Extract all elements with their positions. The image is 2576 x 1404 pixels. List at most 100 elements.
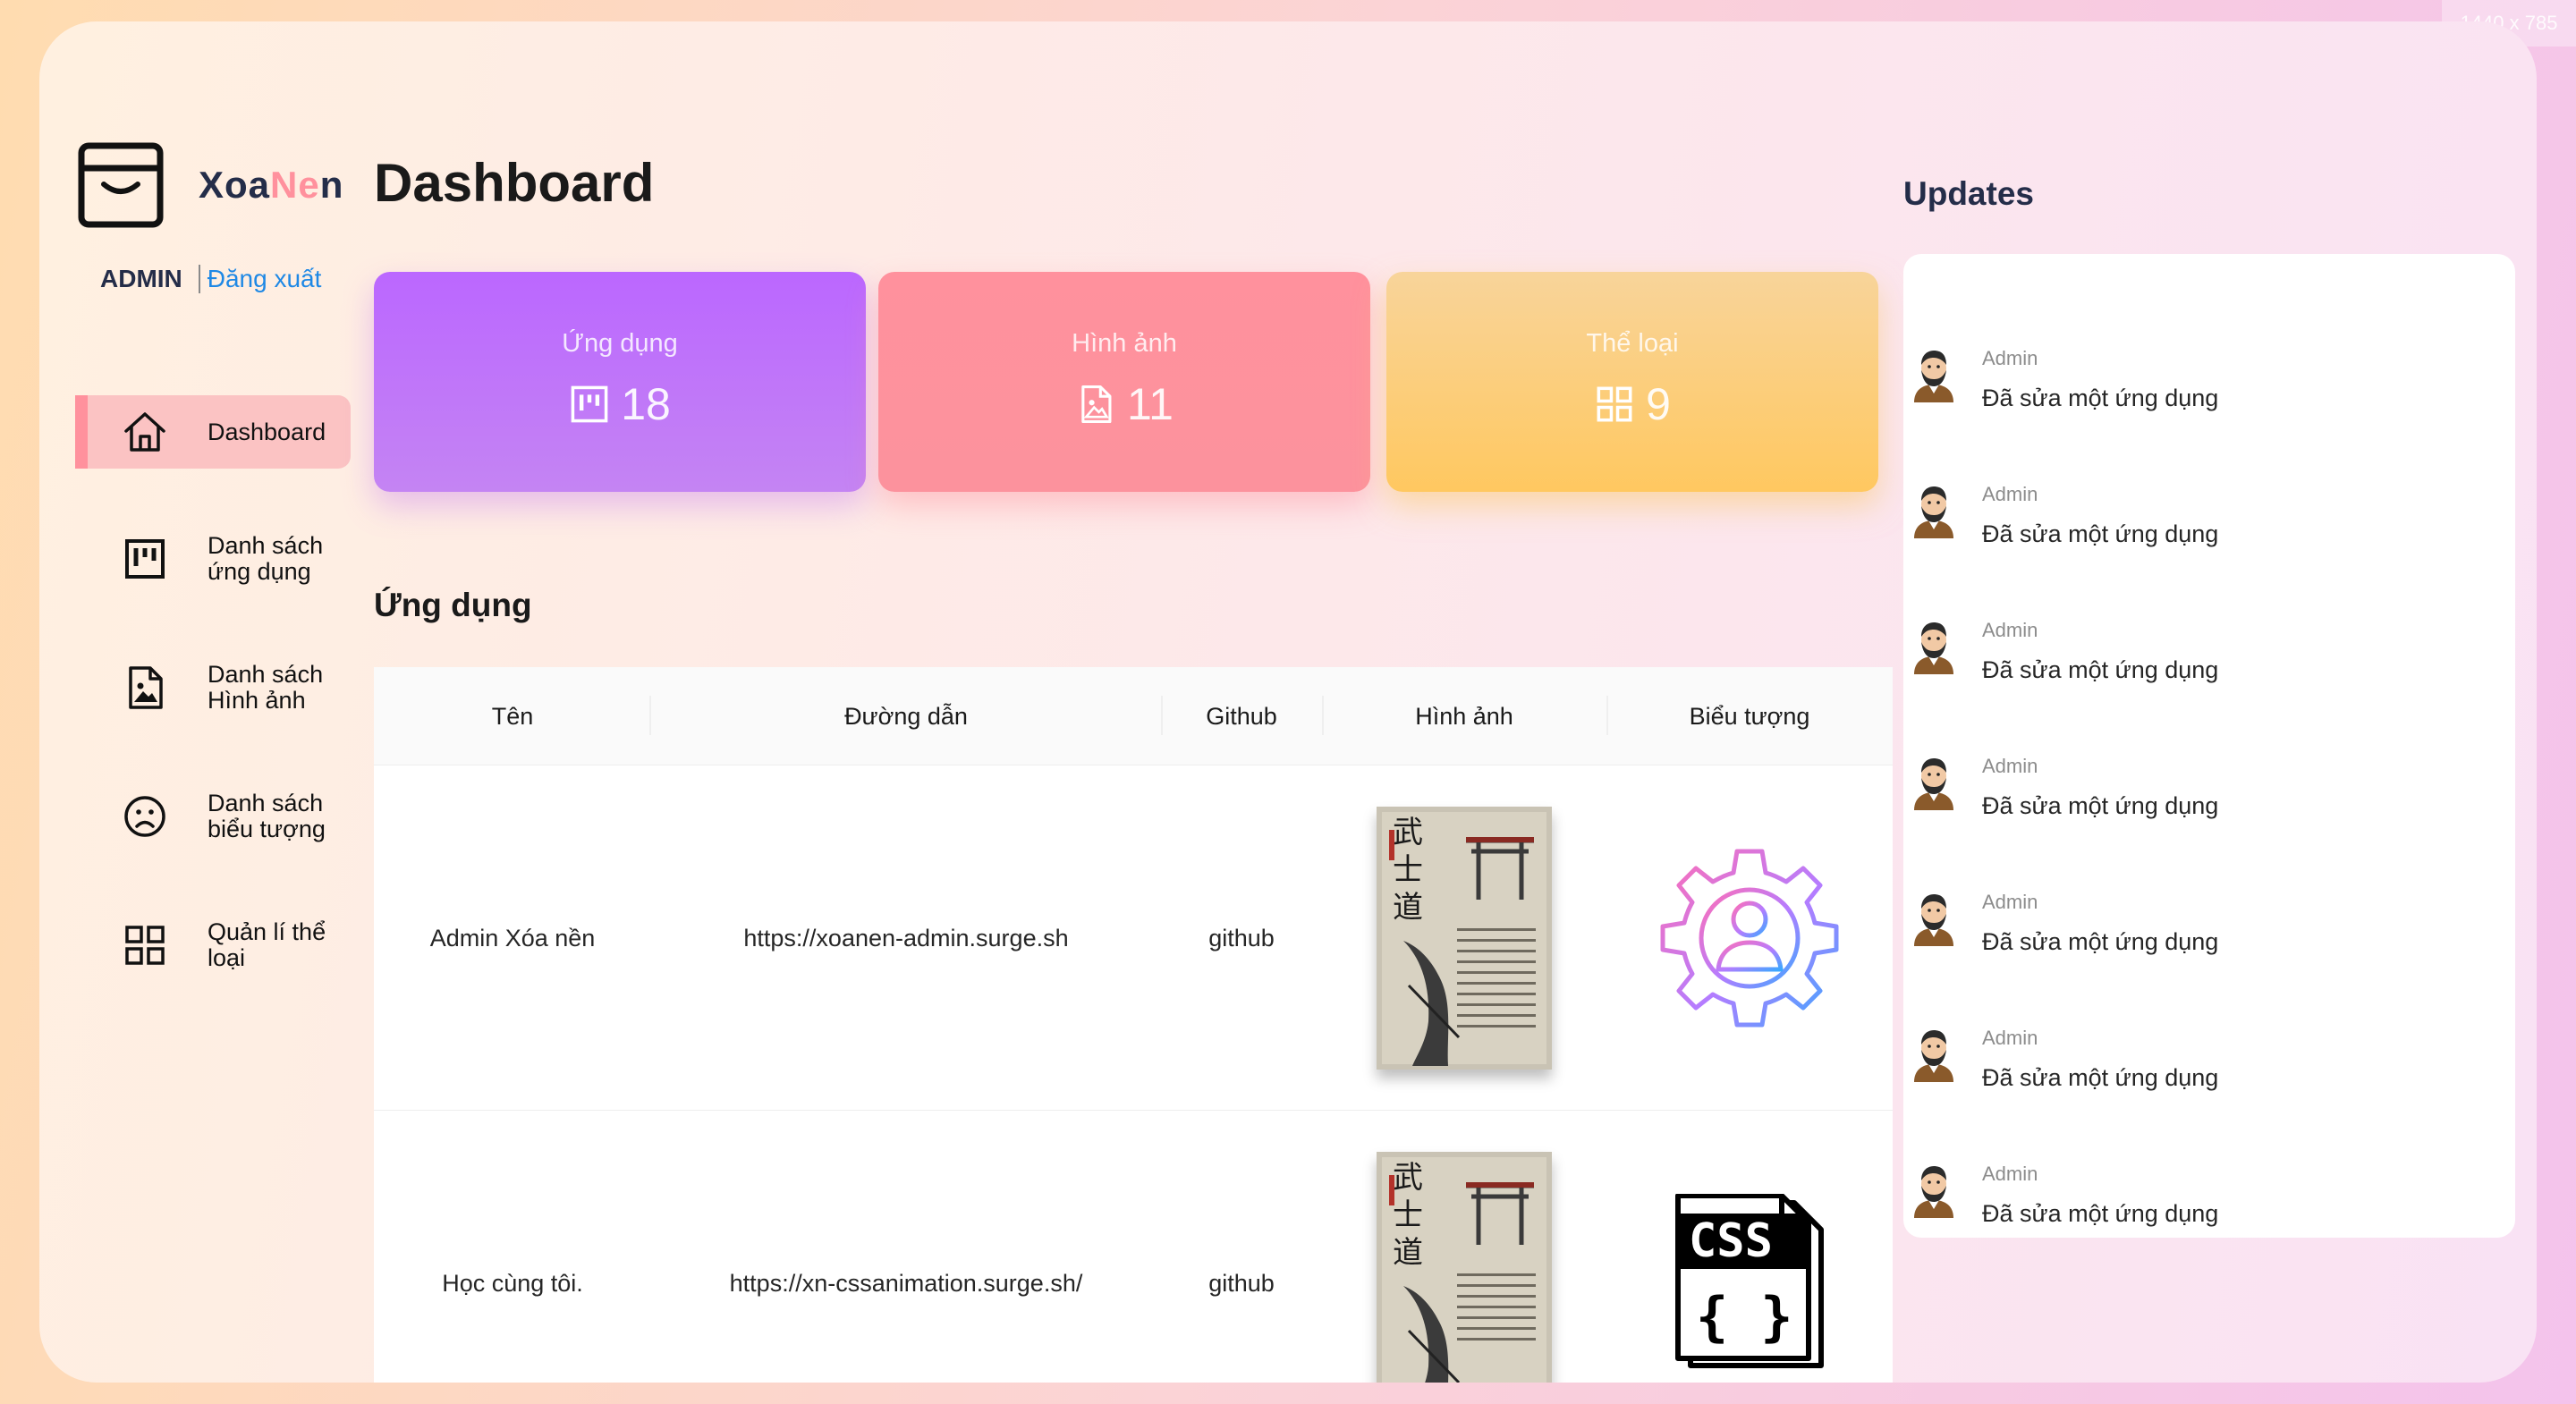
image-file-icon xyxy=(129,666,163,709)
svg-text:士: 士 xyxy=(1393,1197,1423,1233)
css-icon-braces: { } xyxy=(1696,1286,1792,1349)
update-item[interactable]: Admin Đã sửa một ứng dụng xyxy=(1903,1145,2515,1243)
section-title: Ứng dụng xyxy=(374,587,532,623)
update-message: Đã sửa một ứng dụng xyxy=(1982,1064,2219,1091)
logout-link[interactable]: Đăng xuất xyxy=(198,265,321,293)
card-value: 9 xyxy=(1646,379,1671,429)
avatar xyxy=(1914,1166,1953,1218)
sidebar: XoaNen ADMIN Đăng xuất Dashboard Danh sá… xyxy=(39,21,370,1383)
update-message: Đã sửa một ứng dụng xyxy=(1982,520,2219,547)
kanban-icon xyxy=(125,539,165,579)
stat-card-apps[interactable]: Ứng dụng 18 xyxy=(374,272,866,492)
update-message: Đã sửa một ứng dụng xyxy=(1982,385,2219,411)
update-user: Admin xyxy=(1982,483,2038,505)
update-user: Admin xyxy=(1982,619,2038,641)
page-title: Dashboard xyxy=(374,153,655,213)
brand-part-3: n xyxy=(319,164,344,206)
updates-panel: Admin Đã sửa một ứng dụng Admin Đã sửa m… xyxy=(1903,254,2515,1238)
sidebar-item-categories[interactable]: Quản lí thể loại xyxy=(75,909,351,982)
sad-face-icon xyxy=(124,796,165,837)
svg-text:武: 武 xyxy=(1393,1160,1423,1196)
card-value: 18 xyxy=(621,379,671,429)
update-item[interactable]: Admin Đã sửa một ứng dụng xyxy=(1903,737,2515,835)
update-item[interactable]: Admin Đã sửa một ứng dụng xyxy=(1903,1009,2515,1107)
sidebar-item-apps[interactable]: Danh sách ứng dụng xyxy=(75,522,351,596)
card-title: Hình ảnh xyxy=(1072,329,1177,358)
brand-part-2: Ne xyxy=(270,164,320,206)
table-row[interactable]: Admin Xóa nền https://xoanen-admin.surge… xyxy=(374,765,1893,1111)
update-item[interactable]: Admin Đã sửa một ứng dụng xyxy=(1903,465,2515,563)
card-value-row: 9 xyxy=(1386,378,1878,430)
user-name: ADMIN xyxy=(100,265,182,292)
css-icon-text: CSS xyxy=(1689,1214,1773,1268)
avatar xyxy=(1914,622,1953,674)
cell-github[interactable]: github xyxy=(1161,1111,1322,1383)
column-header[interactable]: Đường dẫn xyxy=(651,667,1161,765)
cell-icon: CSS { } xyxy=(1606,1111,1893,1383)
avatar xyxy=(1914,486,1953,538)
sidebar-item-label: Danh sách ứng dụng xyxy=(208,532,324,585)
avatar xyxy=(1914,351,1953,402)
column-header[interactable]: Github xyxy=(1161,667,1322,765)
column-header[interactable]: Tên xyxy=(374,667,651,765)
kanban-icon xyxy=(571,385,608,423)
card-title: Thể loại xyxy=(1586,329,1679,358)
logo[interactable]: XoaNen xyxy=(77,141,343,229)
user-row: ADMIN Đăng xuất xyxy=(100,265,321,293)
avatar xyxy=(1914,758,1953,810)
cell-image: 武 士 道 xyxy=(1322,765,1606,1111)
updates-title: Updates xyxy=(1903,175,2034,212)
avatar xyxy=(1914,894,1953,946)
card-value-row: 11 xyxy=(878,378,1370,430)
sidebar-item-label: Quản lí thể loại xyxy=(208,918,326,971)
table-row[interactable]: Học cùng tôi. https://xn-cssanimation.su… xyxy=(374,1111,1893,1383)
samurai-poster-image: 武 士 道 xyxy=(1377,1152,1552,1383)
avatar xyxy=(1914,1030,1953,1082)
svg-text:道: 道 xyxy=(1393,1235,1423,1271)
update-item[interactable]: Admin Đã sửa một ứng dụng xyxy=(1903,601,2515,699)
sidebar-item-dashboard[interactable]: Dashboard xyxy=(75,395,351,469)
sidebar-item-images[interactable]: Danh sách Hình ảnh xyxy=(75,651,351,724)
app-window: XoaNen ADMIN Đăng xuất Dashboard Danh sá… xyxy=(39,21,2537,1383)
grid-icon xyxy=(1597,386,1632,422)
sidebar-item-icons[interactable]: Danh sách biểu tượng xyxy=(75,780,351,853)
cell-name: Học cùng tôi. xyxy=(442,1269,583,1297)
update-item[interactable]: Admin Đã sửa một ứng dụng xyxy=(1903,329,2515,427)
cell-image: 武 士 道 xyxy=(1322,1111,1606,1383)
cell-name: Admin Xóa nền xyxy=(429,924,596,952)
update-user: Admin xyxy=(1982,347,2038,369)
stat-card-categories[interactable]: Thể loại 9 xyxy=(1386,272,1878,492)
svg-text:士: 士 xyxy=(1393,852,1423,888)
sidebar-item-label: Danh sách biểu tượng xyxy=(208,790,326,842)
column-header[interactable]: Hình ảnh xyxy=(1322,667,1606,765)
update-user: Admin xyxy=(1982,891,2038,913)
cell-url[interactable]: https://xn-cssanimation.surge.sh/ xyxy=(651,1111,1161,1383)
grid-icon xyxy=(125,926,165,965)
home-icon xyxy=(124,412,165,452)
card-value: 11 xyxy=(1127,379,1174,429)
update-user: Admin xyxy=(1982,1163,2038,1185)
brand-part-1: Xoa xyxy=(199,164,271,206)
cell-github[interactable]: github xyxy=(1161,765,1322,1111)
cell-url[interactable]: https://xoanen-admin.surge.sh xyxy=(651,765,1161,1111)
stat-card-images[interactable]: Hình ảnh 11 xyxy=(878,272,1370,492)
svg-text:道: 道 xyxy=(1393,890,1423,926)
css-file-icon: CSS { } xyxy=(1675,1194,1824,1368)
apps-table: Tên Đường dẫn Github Hình ảnh Biểu tượng… xyxy=(374,667,1893,1383)
update-item[interactable]: Admin Đã sửa một ứng dụng xyxy=(1903,873,2515,971)
samurai-poster-image: 武 士 道 xyxy=(1377,807,1552,1070)
update-message: Đã sửa một ứng dụng xyxy=(1982,792,2219,819)
column-header[interactable]: Biểu tượng xyxy=(1606,667,1893,765)
update-user: Admin xyxy=(1982,755,2038,777)
sidebar-item-label: Danh sách Hình ảnh xyxy=(208,661,324,714)
gear-user-icon xyxy=(1660,849,1839,1028)
update-message: Đã sửa một ứng dụng xyxy=(1982,1200,2219,1227)
update-message: Đã sửa một ứng dụng xyxy=(1982,656,2219,683)
update-message: Đã sửa một ứng dụng xyxy=(1982,928,2219,955)
image-file-icon xyxy=(1081,385,1112,424)
update-user: Admin xyxy=(1982,1027,2038,1049)
card-value-row: 18 xyxy=(374,378,866,430)
brand-name: XoaNen xyxy=(199,164,343,207)
cell-icon xyxy=(1606,765,1893,1111)
card-title: Ứng dụng xyxy=(562,329,678,358)
